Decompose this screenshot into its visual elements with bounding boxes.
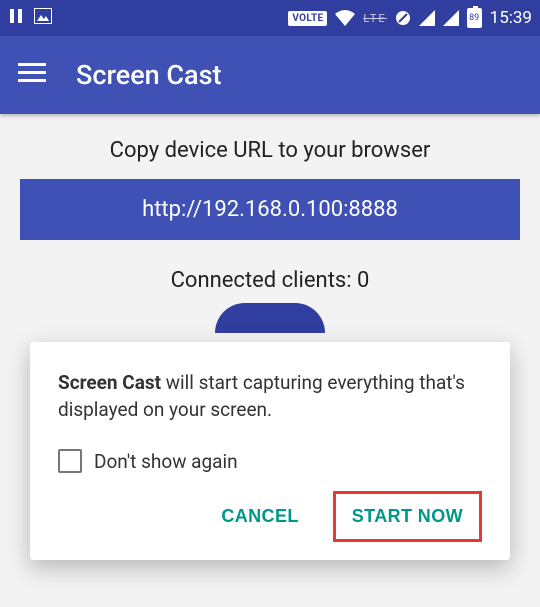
image-icon [34, 8, 52, 28]
permission-dialog: Screen Cast will start capturing everyth… [30, 342, 510, 560]
status-bar: VOLTE LTE 89 15:39 [0, 0, 540, 36]
checkbox-icon[interactable] [58, 449, 82, 473]
signal-icon [443, 10, 459, 26]
signal-icon [419, 10, 435, 26]
fab-peek [215, 303, 325, 333]
dont-show-label: Don't show again [94, 450, 238, 473]
url-box[interactable]: http://192.168.0.100:8888 [20, 179, 520, 240]
pause-icon [8, 8, 24, 28]
menu-icon[interactable] [18, 63, 46, 87]
start-now-button[interactable]: START NOW [333, 491, 482, 542]
main-content: Copy device URL to your browser http://1… [0, 114, 540, 333]
lte-label: LTE [363, 12, 386, 25]
cancel-button[interactable]: CANCEL [205, 494, 314, 539]
page-title: Screen Cast [76, 59, 221, 91]
clock: 15:39 [490, 8, 532, 28]
dialog-message: Screen Cast will start capturing everyth… [58, 370, 482, 423]
instruction-text: Copy device URL to your browser [20, 138, 520, 163]
battery-icon: 89 [467, 8, 482, 28]
connected-clients: Connected clients: 0 [20, 268, 520, 293]
volte-badge: VOLTE [288, 11, 327, 26]
wifi-icon [335, 10, 355, 26]
app-bar: Screen Cast [0, 36, 540, 114]
dont-show-row[interactable]: Don't show again [58, 449, 482, 473]
no-sim-icon [395, 10, 411, 26]
